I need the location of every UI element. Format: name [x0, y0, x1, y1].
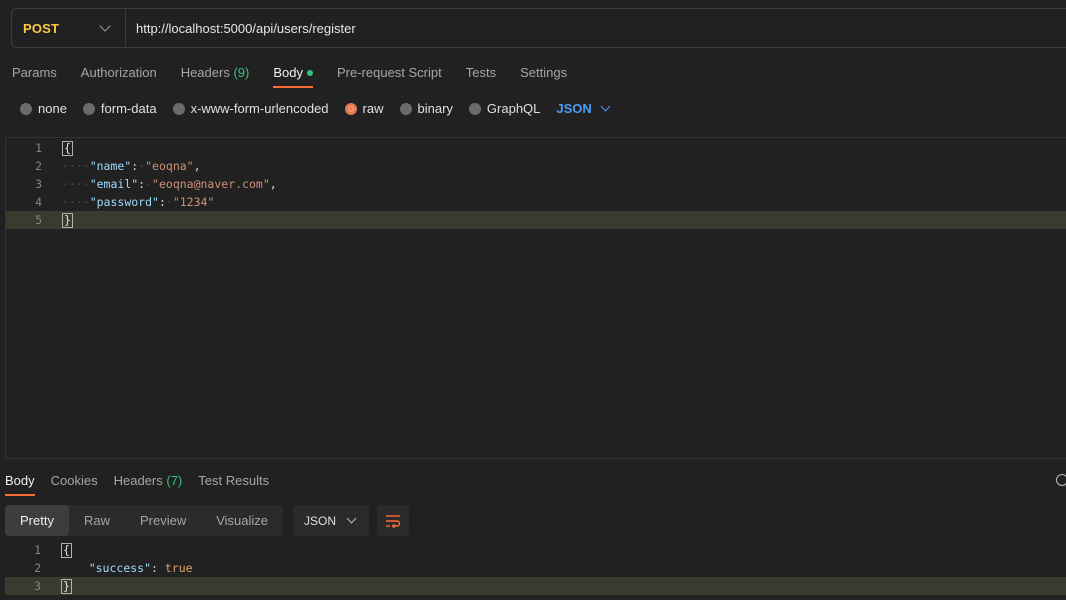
open-brace: {	[61, 543, 72, 558]
tab-label: Pre-request Script	[336, 65, 442, 80]
radio-label: x-www-form-urlencoded	[190, 101, 329, 116]
tab-label: Test Results	[198, 473, 270, 488]
json-key: "email"	[89, 177, 139, 191]
radio-button[interactable]	[468, 102, 481, 115]
language-label: JSON	[556, 101, 592, 116]
code-line-current: 5 }	[6, 211, 1066, 229]
code-line: 2 "success": true	[5, 559, 1066, 577]
response-tab-headers[interactable]: Headers (7)	[114, 472, 183, 496]
radio-button[interactable]	[20, 102, 32, 115]
radio-button[interactable]	[399, 102, 412, 115]
tab-label: Cookies	[50, 473, 98, 488]
line-number: 2	[34, 561, 41, 575]
line-number: 5	[35, 213, 42, 227]
json-value: true	[164, 561, 193, 575]
tab-label: Tests	[465, 65, 497, 80]
headers-count: (9)	[233, 65, 250, 80]
tab-tests[interactable]: Tests	[466, 64, 496, 88]
tab-label: Body	[5, 473, 35, 488]
radio-label: binary	[417, 101, 453, 116]
tab-settings[interactable]: Settings	[520, 64, 567, 88]
tab-body[interactable]: Body	[273, 64, 313, 88]
body-type-form-data[interactable]: form-data	[82, 101, 157, 116]
radio-button-selected[interactable]	[344, 102, 357, 115]
line-number: 3	[35, 177, 42, 191]
code-line: 2 ····"name":·"eoqna",	[6, 157, 1066, 175]
body-language-select[interactable]: JSON	[556, 101, 611, 116]
close-brace: }	[61, 579, 72, 594]
line-number: 1	[35, 141, 42, 155]
code-line: 4 ····"password":·"1234"	[6, 193, 1066, 211]
tab-headers[interactable]: Headers (9)	[181, 64, 250, 88]
line-number: 3	[34, 579, 41, 593]
radio-label: none	[38, 101, 67, 116]
wrap-icon	[386, 514, 401, 528]
method-select[interactable]: POST	[12, 9, 126, 47]
body-type-graphql[interactable]: GraphQL	[468, 101, 541, 116]
tab-label: Headers	[113, 473, 163, 488]
chevron-down-icon	[600, 101, 611, 112]
body-type-raw[interactable]: raw	[344, 101, 384, 116]
radio-label: form-data	[100, 101, 157, 116]
tab-pre-request-script[interactable]: Pre-request Script	[337, 64, 442, 88]
body-indicator-dot	[306, 69, 313, 76]
chevron-down-icon	[99, 20, 111, 32]
response-tab-cookies[interactable]: Cookies	[51, 472, 98, 496]
response-format-select[interactable]: JSON	[293, 505, 369, 536]
json-value: "eoqna"	[145, 159, 194, 173]
body-type-binary[interactable]: binary	[399, 101, 453, 116]
view-raw[interactable]: Raw	[69, 505, 125, 536]
radio-button[interactable]	[82, 102, 95, 115]
code-line: 3 ····"email":·"eoqna@naver.com",	[6, 175, 1066, 193]
globe-icon[interactable]	[1056, 474, 1066, 486]
headers-count: (7)	[166, 473, 183, 488]
line-number: 4	[35, 195, 42, 209]
tab-label: Headers	[180, 65, 230, 80]
response-body-viewer[interactable]: 1 { 2 "success": true 3 }	[5, 541, 1066, 600]
close-brace: }	[62, 213, 73, 228]
json-value: "eoqna@naver.com"	[152, 177, 270, 191]
line-number: 2	[35, 159, 42, 173]
line-number: 1	[34, 543, 41, 557]
view-pretty[interactable]: Pretty	[5, 505, 69, 536]
json-key: "name"	[89, 159, 132, 173]
radio-button[interactable]	[172, 102, 185, 115]
tab-label: Params	[12, 65, 57, 80]
json-key: "password"	[89, 195, 159, 209]
code-line-current: 3 }	[5, 577, 1066, 595]
response-tabs: Body Cookies Headers (7) Test Results	[5, 472, 285, 496]
json-key: "success"	[88, 561, 152, 575]
open-brace: {	[62, 141, 73, 156]
url-input[interactable]: http://localhost:5000/api/users/register	[126, 21, 356, 36]
tab-label: Body	[273, 65, 303, 80]
code-line: 1 {	[5, 541, 1066, 559]
response-tab-test-results[interactable]: Test Results	[198, 472, 269, 496]
request-body-editor[interactable]: 1 { 2 ····"name":·"eoqna", 3 ····"email"…	[5, 137, 1066, 459]
tab-label: Settings	[520, 65, 568, 80]
request-tabs: Params Authorization Headers (9) Body Pr…	[12, 64, 591, 88]
body-type-urlencoded[interactable]: x-www-form-urlencoded	[172, 101, 329, 116]
tab-params[interactable]: Params	[12, 64, 57, 88]
comma: ,	[193, 159, 201, 173]
tab-authorization[interactable]: Authorization	[81, 64, 157, 88]
chevron-down-icon	[346, 513, 357, 524]
radio-label: raw	[362, 101, 384, 116]
response-view-selector: Pretty Raw Preview Visualize	[5, 505, 284, 536]
tab-label: Authorization	[80, 65, 157, 80]
body-type-selector: none form-data x-www-form-urlencoded raw…	[20, 101, 611, 116]
method-label: POST	[23, 20, 60, 36]
wrap-lines-button[interactable]	[377, 505, 409, 536]
request-url-bar: POST http://localhost:5000/api/users/reg…	[11, 8, 1066, 48]
json-value: "1234"	[172, 195, 215, 209]
view-preview[interactable]: Preview	[125, 505, 201, 536]
view-visualize[interactable]: Visualize	[201, 505, 283, 536]
comma: ,	[269, 177, 277, 191]
response-tab-body[interactable]: Body	[5, 472, 35, 496]
code-line: 1 {	[6, 139, 1066, 157]
radio-label: GraphQL	[486, 101, 541, 116]
format-label: JSON	[304, 513, 337, 528]
body-type-none[interactable]: none	[20, 101, 67, 116]
